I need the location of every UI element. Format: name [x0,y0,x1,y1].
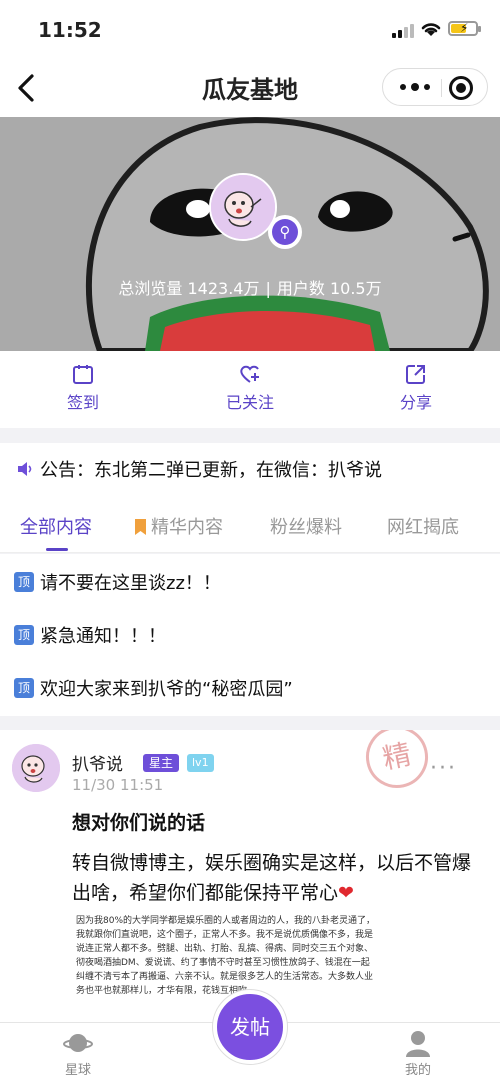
status-bar: 11:52 ⚡ [0,0,500,60]
page: 11:52 ⚡ 瓜友基地 ⚲ 总浏览量 1423.4万 | 用户数 10.5万 … [0,0,500,1082]
pinned-item[interactable]: 顶 欢迎大家来到扒爷的“秘密瓜园” [14,673,293,703]
announcement-text: 公告：东北第二弹已更新，在微信：扒爷说 [40,460,382,481]
tab-fan-reports[interactable]: 粉丝爆料 [270,513,342,539]
tab-all-content[interactable]: 全部内容 [20,513,92,539]
stats-users: 用户数 10.5万 [276,279,382,298]
author-avatar[interactable] [12,744,60,792]
role-badge: 星主 [143,754,180,772]
calendar-icon [73,365,93,384]
pin-tag: 顶 [14,572,34,592]
announcement-bar[interactable]: 公告：东北第二弹已更新，在微信：扒爷说 [0,443,500,495]
post-card[interactable]: 扒爷说 星主 lv1 11/30 11:51 精 ··· 想对你们说的话 转自微… [0,730,500,1026]
pinned-title: 欢迎大家来到扒爷的“秘密瓜园” [40,679,293,700]
checkin-button[interactable]: 签到 [33,363,133,413]
pin-tag: 顶 [14,625,34,645]
tab-influencer-exposes[interactable]: 网红揭底 [387,513,459,539]
nav-bar: 瓜友基地 [0,60,500,117]
active-tab-indicator [46,548,68,551]
banner-stats: 总浏览量 1423.4万 | 用户数 10.5万 [118,279,382,298]
featured-seal: 精 [360,730,434,794]
share-button[interactable]: 分享 [366,363,466,413]
content-tabs: 全部内容 精华内容 粉丝爆料 网红揭底 [0,495,500,553]
tab-featured[interactable]: 精华内容 [135,513,223,539]
share-icon [406,365,425,384]
link-badge-icon: ⚲ [268,215,302,249]
pin-tag: 顶 [14,678,34,698]
post-body: 转自微博博主，娱乐圈确实是这样，以后不管爆出啥，希望你们都能保持平常心❤ [72,852,472,904]
heart-plus-icon [240,365,259,383]
heart-icon: ❤ [338,882,354,904]
planet-avatar [209,173,277,241]
post-image-text: 因为我80%的大学同学都是娱乐圈的人或者周边的人，我的八卦老灵通了，我就跟你们直… [76,916,376,996]
battery-icon: ⚡ [448,21,481,36]
pinned-title: 请不要在这里谈zz！！ [40,573,221,594]
pinned-item[interactable]: 顶 紧急通知！！！ [14,620,166,650]
post-title: 想对你们说的话 [72,812,206,834]
speaker-icon [18,462,32,476]
tab-planet[interactable]: 星球 [48,1029,108,1078]
follow-button[interactable]: 已关注 [200,363,300,413]
stats-views: 总浏览量 1423.4万 [118,279,260,298]
close-mini-program-icon[interactable] [449,76,473,100]
action-bar: 签到 已关注 分享 [0,351,500,428]
author-name[interactable]: 扒爷说 [72,750,123,775]
cover-banner: ⚲ 总浏览量 1423.4万 | 用户数 10.5万 [0,117,500,351]
post-date: 11/30 11:51 [72,776,164,794]
tab-mine[interactable]: 我的 [388,1029,448,1078]
post-more-icon[interactable]: ··· [430,756,457,781]
level-badge: lv1 [187,754,214,772]
pinned-posts: 顶 请不要在这里谈zz！！ 顶 紧急通知！！！ 顶 欢迎大家来到扒爷的“秘密瓜园… [0,554,500,716]
planet-icon [63,1034,93,1052]
status-time: 11:52 [38,18,102,42]
pinned-item[interactable]: 顶 请不要在这里谈zz！！ [14,567,221,597]
user-icon [406,1031,430,1057]
pinned-title: 紧急通知！！！ [40,626,166,647]
wifi-icon [421,23,441,36]
mini-program-capsule [382,68,488,106]
post-button[interactable]: 发帖 [213,990,287,1064]
more-options-icon[interactable] [393,69,437,105]
bookmark-icon [135,519,146,535]
